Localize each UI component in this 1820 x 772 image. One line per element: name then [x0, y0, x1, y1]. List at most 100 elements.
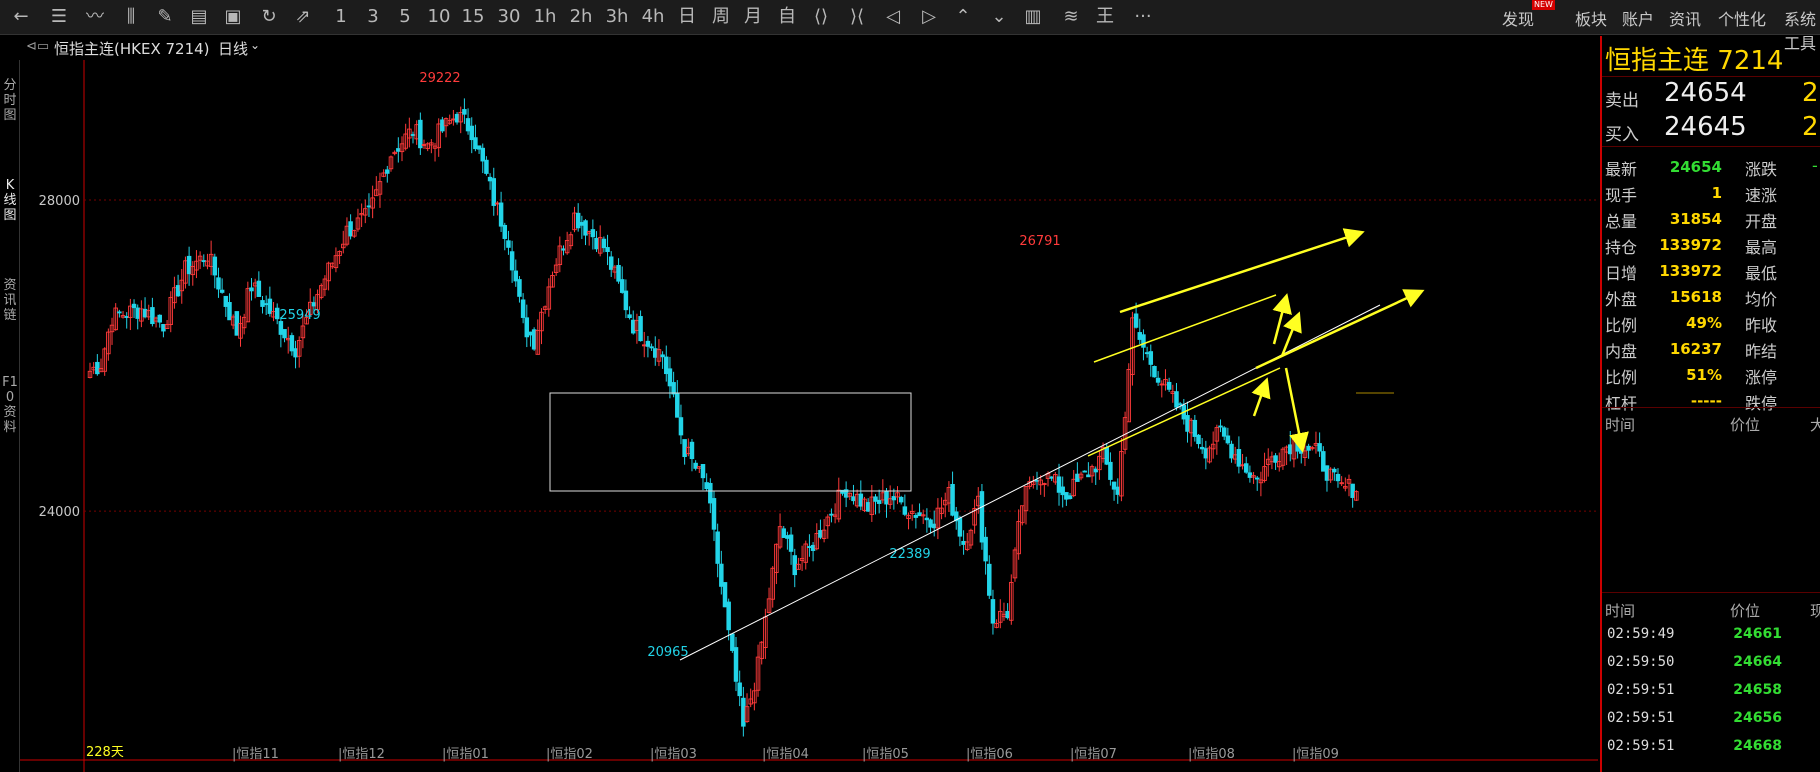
candle-body [664, 356, 669, 375]
candle-body [1199, 446, 1205, 450]
candle-icon[interactable]: ⫼ [116, 5, 146, 29]
line-chart-icon[interactable]: 〰 [80, 5, 110, 29]
instrument-title: 恒指主连(HKEX 7214) [54, 40, 210, 58]
candle-body [256, 280, 262, 297]
candle-body [924, 517, 930, 521]
report-icon[interactable]: ▤ [184, 5, 214, 29]
ticks2-time-header: 时间 [1605, 602, 1636, 620]
tick-price-3: 24656 [1733, 710, 1782, 726]
candle-body [1247, 472, 1253, 478]
candle-body [1321, 451, 1326, 472]
kline-chart[interactable]: 28000 24000 |恒指11 |恒指12 |恒指01 |恒指02 |恒指03 |恒指04… [20, 60, 1598, 772]
more-icon[interactable]: ··· [1128, 5, 1158, 29]
period-select[interactable]: 日线 [218, 38, 248, 59]
stat-value-7: 16237 [1669, 340, 1722, 358]
ticks2-price-header: 价位 [1730, 602, 1761, 620]
period-custom[interactable]: 自 [772, 5, 802, 29]
chevron-down-icon[interactable]: ⌄ [250, 38, 260, 52]
candle-body [1306, 445, 1311, 451]
stat-label-right-3: 最高 [1745, 238, 1778, 257]
candle-body [675, 393, 680, 418]
period-2h[interactable]: 2h [566, 5, 596, 29]
chart-type-icon[interactable]: ⊲▭ [26, 39, 49, 54]
layout-icon[interactable]: ▥ [1018, 5, 1048, 29]
period-day[interactable]: 日 [672, 5, 702, 29]
arrow-right-icon[interactable]: ▷ [914, 5, 944, 29]
refresh-icon[interactable]: ↻ [254, 5, 284, 29]
period-3h[interactable]: 3h [602, 5, 632, 29]
stat-label-right-5: 均价 [1745, 290, 1778, 309]
sector-menu[interactable]: 板块 [1575, 6, 1607, 30]
candle-body [216, 277, 221, 290]
candle-body [693, 462, 698, 469]
back-icon[interactable]: ← [6, 5, 36, 29]
quote-name: 恒指主连 [1605, 46, 1710, 76]
candle-body [506, 240, 511, 248]
period-5[interactable]: 5 [390, 5, 420, 29]
x-tick-label: |恒指11 [232, 747, 279, 762]
candle-body [1115, 486, 1120, 495]
news-menu[interactable]: 资讯 [1669, 6, 1701, 30]
stat-label-right-1: 速涨 [1745, 186, 1778, 205]
draw-icon[interactable]: ✎ [150, 5, 180, 29]
tick-time-1: 02:59:50 [1607, 654, 1675, 670]
projection-arrow [1255, 289, 1425, 370]
candle-body [561, 248, 566, 251]
projection-arrow [1272, 293, 1292, 345]
candle-body [715, 531, 720, 564]
candle-body [1166, 381, 1172, 390]
candle-body [1229, 443, 1234, 459]
stat-label-right-8: 涨停 [1745, 368, 1778, 387]
tab-f10[interactable]: F10资料 [0, 375, 20, 435]
zoom-in-icon[interactable]: ⟨⟩ [806, 5, 836, 29]
period-30[interactable]: 30 [494, 5, 524, 29]
period-month[interactable]: 月 [738, 5, 768, 29]
tab-time-share[interactable]: 分时图 [0, 78, 20, 123]
candle-body [175, 285, 181, 297]
arrow-down-icon[interactable]: ⌄ [984, 5, 1014, 29]
period-4h[interactable]: 4h [638, 5, 668, 29]
projection-arrow [1284, 367, 1309, 453]
period-1[interactable]: 1 [326, 5, 356, 29]
candle-body [1137, 332, 1143, 340]
candle-body [142, 308, 148, 318]
tab-news-chain[interactable]: 资讯链 [0, 278, 20, 323]
candle-body [150, 307, 155, 325]
list-icon[interactable]: ☰ [44, 5, 74, 29]
candle-body [1060, 486, 1065, 496]
stat-label-right-4: 最低 [1745, 264, 1778, 283]
price-annotation-low3: 22389 [889, 547, 930, 562]
personalize-menu[interactable]: 个性化 [1718, 6, 1766, 30]
candle-body [619, 279, 625, 293]
stat-label-right-2: 开盘 [1745, 212, 1778, 231]
candle-body [491, 178, 497, 206]
stat-value-0: 24654 [1669, 158, 1722, 176]
compare-icon[interactable]: ⇗ [288, 5, 318, 29]
index-icon[interactable]: 王 [1090, 5, 1120, 29]
arrow-left-icon[interactable]: ◁ [878, 5, 908, 29]
candle-body [704, 482, 709, 490]
candle-body [1141, 334, 1146, 348]
ticks-vol-header: 大 [1810, 416, 1820, 434]
candle-body [366, 205, 372, 208]
tab-kline[interactable]: K线图 [0, 178, 20, 223]
period-10[interactable]: 10 [424, 5, 454, 29]
candle-body [517, 279, 522, 297]
zoom-out-icon[interactable]: ⟩⟨ [842, 5, 872, 29]
period-3[interactable]: 3 [358, 5, 388, 29]
trend-icon[interactable]: ≋ [1056, 5, 1086, 29]
chart-subheader: ⊲▭ 恒指主连(HKEX 7214) 日线 ⌄ [0, 36, 1600, 60]
discover-menu[interactable]: 发现 [1502, 6, 1534, 30]
candle-body [278, 321, 284, 335]
candle-body [1177, 403, 1183, 406]
candle-body [623, 290, 629, 311]
period-1h[interactable]: 1h [530, 5, 560, 29]
period-week[interactable]: 周 [706, 5, 736, 29]
candle-body [234, 311, 240, 336]
account-menu[interactable]: 账户 [1622, 6, 1654, 30]
candle-body [311, 302, 317, 307]
consolidation-box [549, 392, 912, 492]
arrow-up-icon[interactable]: ⌃ [948, 5, 978, 29]
save-icon[interactable]: ▣ [218, 5, 248, 29]
period-15[interactable]: 15 [458, 5, 488, 29]
